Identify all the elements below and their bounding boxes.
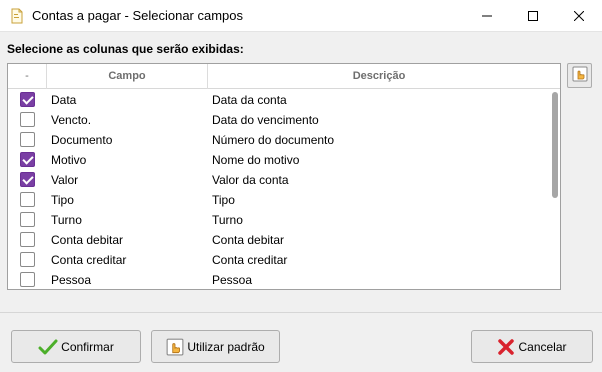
cell-campo: Documento: [51, 133, 113, 147]
table-row[interactable]: Documento Número do documento: [8, 130, 550, 150]
header-campo[interactable]: Campo: [47, 64, 208, 89]
cell-descricao: Data da conta: [212, 93, 287, 107]
cell-descricao: Número do documento: [212, 133, 335, 147]
fields-grid[interactable]: - Campo Descrição Data Data da conta Venct…: [7, 63, 561, 290]
row-checkbox[interactable]: [20, 212, 35, 227]
row-checkbox[interactable]: [20, 272, 35, 287]
minimize-button[interactable]: [464, 0, 510, 32]
table-row[interactable]: Motivo Nome do motivo: [8, 150, 550, 170]
table-row[interactable]: Conta debitar Conta debitar: [8, 230, 550, 250]
cell-campo: Data: [51, 93, 77, 107]
table-row[interactable]: Conta creditar Conta creditar: [8, 250, 550, 270]
table-row[interactable]: Pessoa Pessoa: [8, 270, 550, 289]
cell-descricao: Conta debitar: [212, 233, 285, 247]
side-default-button[interactable]: [567, 63, 592, 88]
table-row[interactable]: Data Data da conta: [8, 90, 550, 110]
row-checkbox[interactable]: [20, 132, 35, 147]
row-checkbox[interactable]: [20, 232, 35, 247]
x-icon: [497, 338, 515, 356]
use-default-label: Utilizar padrão: [187, 339, 265, 354]
close-icon: [574, 11, 584, 21]
cell-descricao: Turno: [212, 213, 243, 227]
row-checkbox[interactable]: [20, 252, 35, 267]
maximize-icon: [528, 11, 538, 21]
header-descricao[interactable]: Descrição: [208, 64, 550, 89]
section-label: Selecione as colunas que serão exibidas:: [7, 42, 244, 56]
scrollbar-thumb[interactable]: [552, 92, 558, 198]
cell-descricao: Conta creditar: [212, 253, 288, 267]
row-checkbox[interactable]: [20, 172, 35, 187]
cell-campo: Conta debitar: [51, 233, 124, 247]
close-button[interactable]: [556, 0, 602, 32]
cell-campo: Tipo: [51, 193, 74, 207]
cell-descricao: Tipo: [212, 193, 235, 207]
table-row[interactable]: Valor Valor da conta: [8, 170, 550, 190]
cancel-button[interactable]: Cancelar: [471, 330, 593, 363]
title-bar[interactable]: Contas a pagar - Selecionar campos: [0, 0, 602, 32]
cell-descricao: Nome do motivo: [212, 153, 300, 167]
dialog-window: Contas a pagar - Selecionar campos Selec…: [0, 0, 602, 372]
cell-descricao: Pessoa: [212, 273, 253, 287]
window-title: Contas a pagar - Selecionar campos: [32, 8, 244, 23]
table-row[interactable]: Turno Turno: [8, 210, 550, 230]
cell-campo: Conta creditar: [51, 253, 127, 267]
table-row[interactable]: Vencto. Data do vencimento: [8, 110, 550, 130]
vertical-scrollbar[interactable]: [550, 90, 560, 289]
confirm-button[interactable]: Confirmar: [11, 330, 141, 363]
hand-pointer-icon: [572, 66, 588, 85]
cell-campo: Pessoa: [51, 273, 92, 287]
footer-separator: [0, 312, 602, 313]
row-checkbox[interactable]: [20, 152, 35, 167]
cell-campo: Vencto.: [51, 113, 92, 127]
cell-campo: Motivo: [51, 153, 87, 167]
minimize-icon: [482, 15, 492, 17]
confirm-label: Confirmar: [61, 339, 114, 354]
document-icon: [10, 8, 24, 24]
maximize-button[interactable]: [510, 0, 556, 32]
header-check[interactable]: -: [8, 64, 47, 89]
hand-pointer-icon: [166, 338, 184, 356]
cell-campo: Valor: [51, 173, 79, 187]
cell-campo: Turno: [51, 213, 82, 227]
use-default-button[interactable]: Utilizar padrão: [151, 330, 280, 363]
cell-descricao: Data do vencimento: [212, 113, 319, 127]
row-checkbox[interactable]: [20, 112, 35, 127]
table-row[interactable]: Tipo Tipo: [8, 190, 550, 210]
grid-header: - Campo Descrição: [8, 64, 560, 89]
grid-rows: Data Data da conta Vencto. Data do vencimen…: [8, 90, 550, 289]
row-checkbox[interactable]: [20, 92, 35, 107]
checkmark-icon: [38, 338, 58, 356]
cell-descricao: Valor da conta: [212, 173, 289, 187]
row-checkbox[interactable]: [20, 192, 35, 207]
cancel-label: Cancelar: [518, 339, 567, 354]
